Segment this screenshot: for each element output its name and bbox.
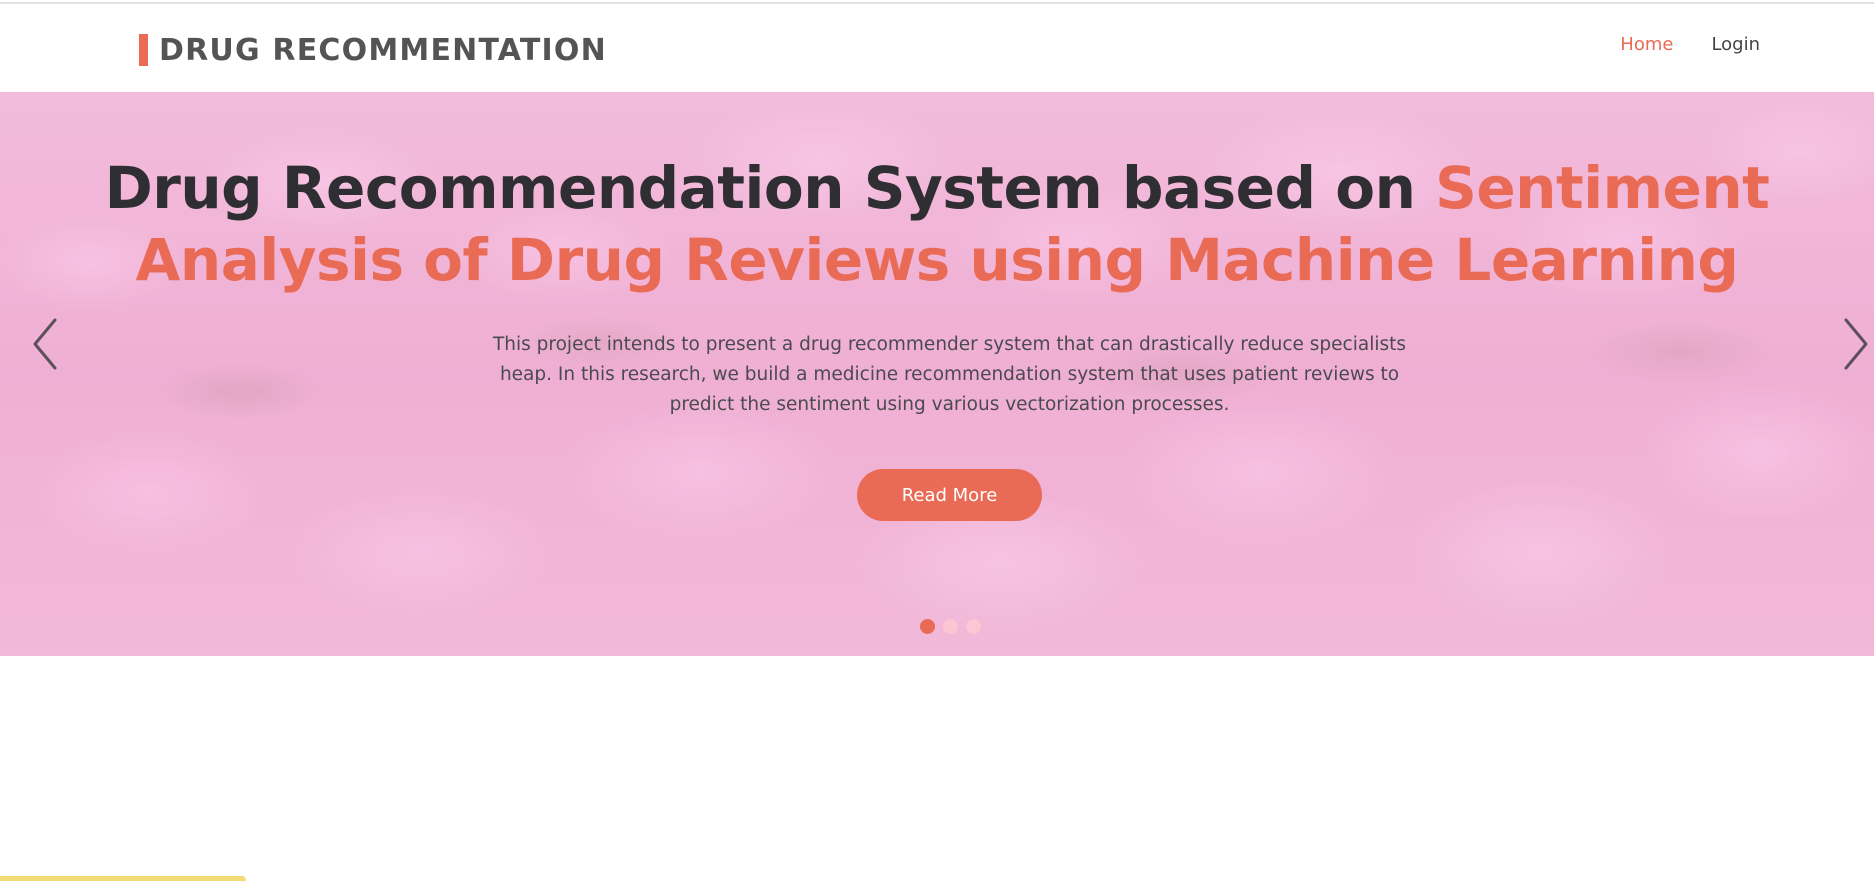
carousel-indicators: [920, 619, 981, 634]
carousel-dot-2[interactable]: [943, 619, 958, 634]
main-nav: Home Login: [1620, 34, 1760, 55]
carousel-dot-1[interactable]: [920, 619, 935, 634]
read-more-button[interactable]: Read More: [857, 469, 1042, 521]
hero-description: This project intends to present a drug r…: [492, 334, 1407, 415]
site-header: DRUG RECOMMENTATION Home Login: [0, 4, 1874, 92]
chevron-left-icon: [33, 318, 57, 370]
bottom-yellow-strip: [0, 876, 246, 881]
nav-home-link[interactable]: Home: [1620, 34, 1673, 55]
carousel-next-button[interactable]: [1834, 314, 1874, 374]
carousel-dot-3[interactable]: [966, 619, 981, 634]
chevron-right-icon: [1844, 318, 1868, 370]
brand-name: DRUG RECOMMENTATION: [159, 32, 607, 68]
carousel-prev-button[interactable]: [27, 314, 67, 374]
nav-login-link[interactable]: Login: [1711, 34, 1760, 55]
hero-title: Drug Recommendation System based on Sent…: [30, 152, 1844, 296]
hero-title-plain: Drug Recommendation System based on: [104, 154, 1436, 222]
brand-accent-bar: [139, 34, 148, 66]
hero-carousel: Drug Recommendation System based on Sent…: [0, 92, 1874, 656]
brand-logo[interactable]: DRUG RECOMMENTATION: [139, 30, 607, 70]
